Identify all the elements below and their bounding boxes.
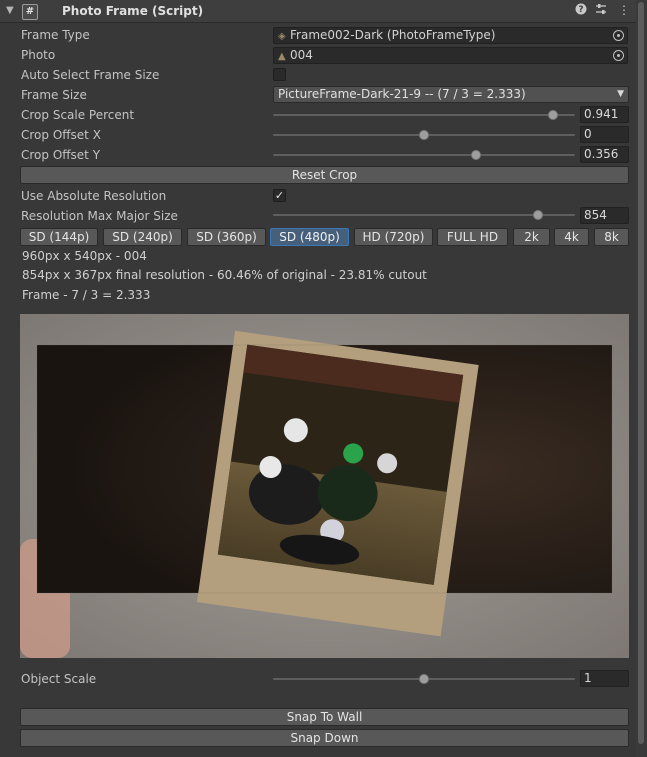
frame-size-dropdown[interactable]: PictureFrame-Dark-21-9 -- (7 / 3 = 2.333… bbox=[273, 86, 629, 103]
scriptable-object-icon: ◈ bbox=[278, 31, 286, 42]
res-8k-button[interactable]: 8k bbox=[594, 228, 629, 246]
frame-size-value: PictureFrame-Dark-21-9 -- (7 / 3 = 2.333… bbox=[278, 87, 526, 101]
svg-text:?: ? bbox=[578, 5, 583, 15]
crop-scale-slider-thumb[interactable] bbox=[548, 110, 558, 120]
crop-offset-y-input[interactable]: 0.356 bbox=[580, 146, 629, 163]
help-icon[interactable]: ? bbox=[575, 3, 587, 18]
reset-crop-button[interactable]: Reset Crop bbox=[20, 166, 629, 184]
crop-offset-x-input[interactable]: 0 bbox=[580, 126, 629, 143]
photo-field[interactable]: ▲ 004 bbox=[273, 47, 628, 64]
crop-offset-x-label: Crop Offset X bbox=[21, 128, 101, 142]
component-title: Photo Frame (Script) bbox=[62, 4, 204, 18]
polaroid-frame bbox=[196, 330, 479, 637]
res-full-hd-button[interactable]: FULL HD bbox=[437, 228, 508, 246]
snap-down-button[interactable]: Snap Down bbox=[20, 729, 629, 747]
res-sd-240-button[interactable]: SD (240p) bbox=[103, 228, 182, 246]
crop-offset-y-label: Crop Offset Y bbox=[21, 148, 101, 162]
preset-settings-icon[interactable] bbox=[595, 3, 607, 18]
inspector-scrollbar[interactable] bbox=[636, 0, 646, 757]
frame-size-label: Frame Size bbox=[21, 88, 87, 102]
snap-to-wall-button[interactable]: Snap To Wall bbox=[20, 708, 629, 726]
component-header: ▼ # Photo Frame (Script) ? ⋮ bbox=[0, 0, 645, 23]
final-resolution-info: 854px x 367px final resolution - 60.46% … bbox=[22, 268, 427, 282]
photo-value: 004 bbox=[290, 48, 313, 62]
resolution-max-slider-track[interactable] bbox=[273, 214, 575, 216]
object-picker-icon[interactable] bbox=[613, 50, 624, 61]
photo-preview bbox=[20, 314, 629, 658]
scrollbar-thumb[interactable] bbox=[638, 2, 644, 744]
res-sd-480-button[interactable]: SD (480p) bbox=[270, 228, 349, 246]
auto-select-label: Auto Select Frame Size bbox=[21, 68, 160, 82]
res-4k-button[interactable]: 4k bbox=[554, 228, 589, 246]
photo-label: Photo bbox=[21, 48, 56, 62]
preview-image bbox=[20, 314, 629, 658]
crop-offset-x-slider-thumb[interactable] bbox=[419, 130, 429, 140]
auto-select-checkbox[interactable] bbox=[273, 68, 286, 81]
script-icon: # bbox=[22, 4, 38, 20]
use-absolute-resolution-checkbox[interactable]: ✓ bbox=[273, 189, 286, 202]
object-scale-slider-thumb[interactable] bbox=[419, 674, 429, 684]
context-menu-icon[interactable]: ⋮ bbox=[618, 3, 630, 17]
res-sd-360-button[interactable]: SD (360p) bbox=[187, 228, 266, 246]
frame-type-value: Frame002-Dark (PhotoFrameType) bbox=[290, 28, 496, 42]
object-picker-icon[interactable] bbox=[613, 30, 624, 41]
frame-type-field[interactable]: ◈ Frame002-Dark (PhotoFrameType) bbox=[273, 27, 628, 44]
crop-offset-y-slider-thumb[interactable] bbox=[471, 150, 481, 160]
res-hd-720-button[interactable]: HD (720p) bbox=[354, 228, 433, 246]
res-sd-144-button[interactable]: SD (144p) bbox=[20, 228, 98, 246]
resolution-max-input[interactable]: 854 bbox=[580, 207, 629, 224]
use-absolute-resolution-label: Use Absolute Resolution bbox=[21, 189, 167, 203]
frame-ratio-info: Frame - 7 / 3 = 2.333 bbox=[22, 288, 151, 302]
fold-arrow-icon[interactable]: ▼ bbox=[6, 5, 14, 16]
object-scale-label: Object Scale bbox=[21, 672, 97, 686]
crop-scale-slider-track[interactable] bbox=[273, 114, 575, 116]
crop-scale-input[interactable]: 0.941 bbox=[580, 106, 629, 123]
resolution-max-slider-thumb[interactable] bbox=[533, 210, 543, 220]
res-2k-button[interactable]: 2k bbox=[513, 228, 550, 246]
frame-type-label: Frame Type bbox=[21, 28, 90, 42]
object-scale-input[interactable]: 1 bbox=[580, 670, 629, 687]
crop-offset-y-slider-track[interactable] bbox=[273, 154, 575, 156]
dropdown-arrow-icon: ▼ bbox=[617, 89, 624, 99]
crop-scale-label: Crop Scale Percent bbox=[21, 108, 135, 122]
source-resolution-info: 960px x 540px - 004 bbox=[22, 249, 147, 263]
resolution-max-label: Resolution Max Major Size bbox=[21, 209, 178, 223]
texture-icon: ▲ bbox=[278, 51, 286, 62]
